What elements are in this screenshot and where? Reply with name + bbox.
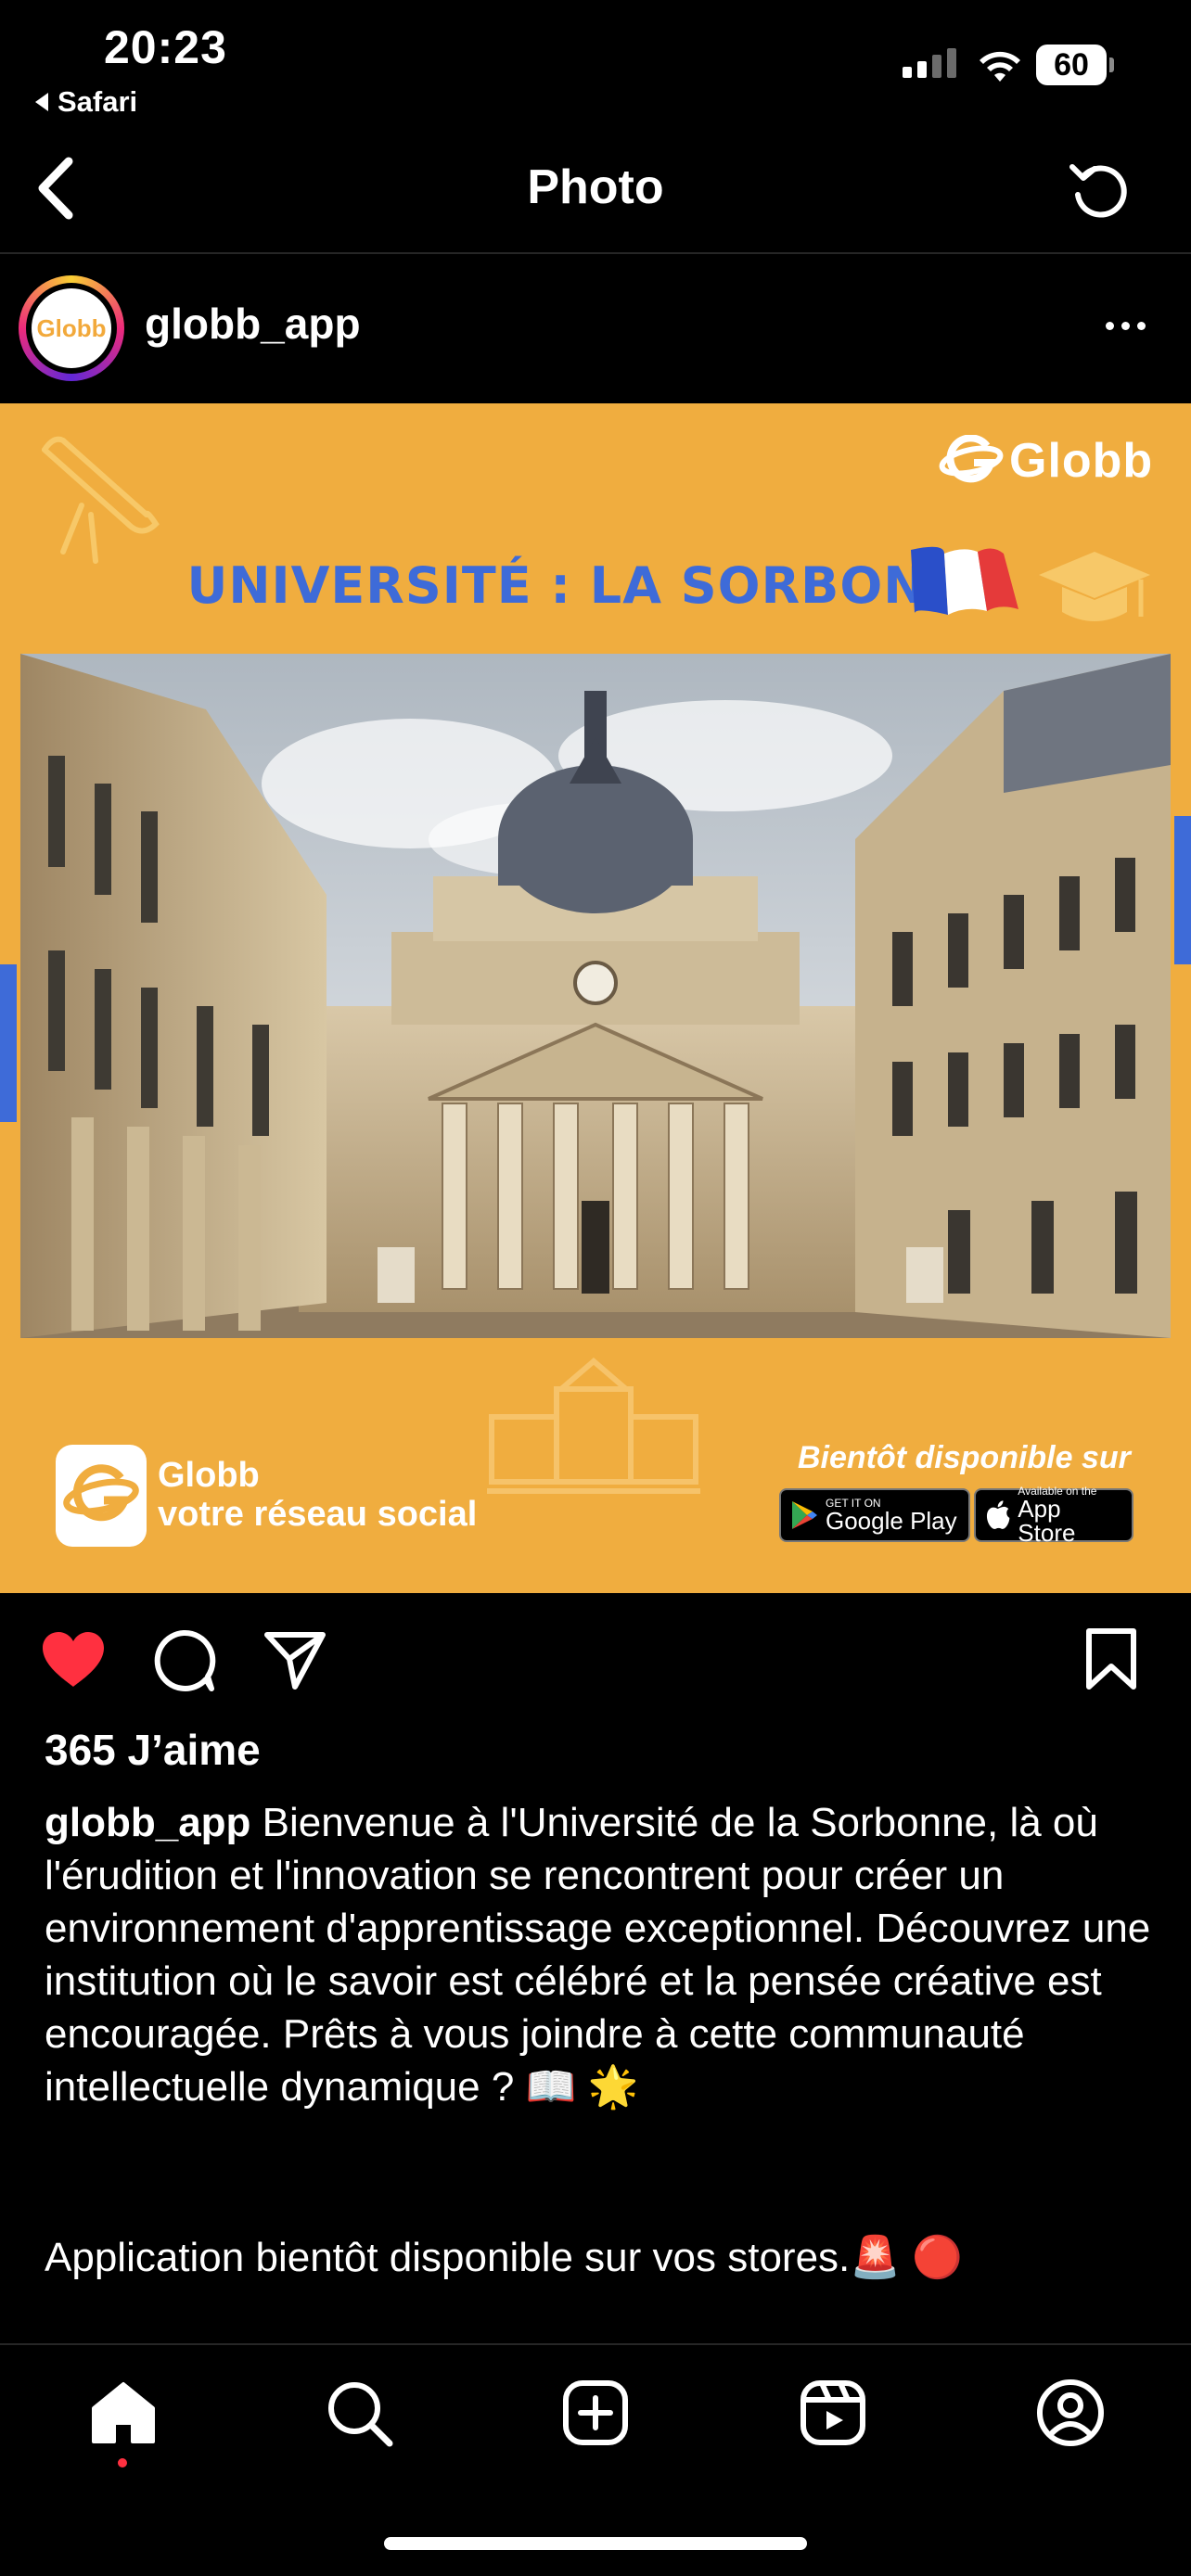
footer-brand-name: Globb: [158, 1456, 260, 1495]
brand-logo: Globb: [939, 433, 1153, 489]
post-caption: globb_app Bienvenue à l'Université de la…: [45, 1796, 1158, 2113]
globb-logo-icon: [939, 435, 1004, 483]
globb-app-icon: [63, 1464, 139, 1522]
left-accent: [0, 964, 17, 1122]
create-icon[interactable]: [562, 2379, 629, 2446]
brand-logo-text: Globb: [1009, 434, 1154, 488]
sorbonne-photo: [20, 654, 1171, 1338]
share-icon[interactable]: [262, 1629, 328, 1692]
cellular-signal-icon: [903, 48, 956, 78]
back-to-app-link[interactable]: Safari: [35, 85, 137, 119]
page-title: Photo: [527, 160, 664, 214]
google-play-badge: GET IT ON Google Play: [779, 1488, 970, 1542]
sorbonne-building-illustration: [20, 654, 1171, 1338]
building-outline-icon: [487, 1358, 700, 1494]
google-play-icon: [792, 1501, 817, 1529]
tabbar-divider: [0, 2343, 1191, 2345]
bookmark-icon[interactable]: [1083, 1627, 1139, 1692]
comment-icon[interactable]: [150, 1628, 217, 1693]
refresh-icon[interactable]: [1067, 158, 1133, 224]
globb-app-tile: [56, 1445, 147, 1547]
google-play-label: Google Play: [826, 1507, 957, 1535]
right-accent: [1174, 816, 1191, 964]
app-store-label: App Store: [1018, 1495, 1076, 1547]
profile-icon[interactable]: [1035, 2378, 1106, 2448]
battery-icon: 60: [1036, 45, 1107, 85]
heart-icon[interactable]: [39, 1629, 108, 1690]
battery-tip: [1109, 57, 1114, 72]
diploma-icon: [42, 436, 160, 564]
wifi-icon: [980, 51, 1020, 82]
post-username[interactable]: globb_app: [145, 299, 361, 349]
avatar[interactable]: Globb: [32, 288, 111, 368]
nav-divider: [0, 252, 1191, 254]
like-count[interactable]: 365 J’aime: [45, 1725, 261, 1775]
footer-brand: Globb votre réseau social: [158, 1456, 477, 1534]
caption-text: Bienvenue à l'Université de la Sorbonne,…: [45, 1800, 1151, 2110]
back-triangle-icon: [35, 93, 48, 111]
apple-icon: [986, 1500, 1010, 1529]
more-options-icon[interactable]: [1106, 322, 1146, 330]
status-time: 20:23: [104, 21, 227, 73]
app-store-badge: Available on the App Store: [974, 1486, 1133, 1547]
caption-text-2: Application bientôt disponible sur vos s…: [45, 2235, 964, 2280]
back-app-label: Safari: [58, 85, 138, 118]
search-icon[interactable]: [325, 2378, 395, 2449]
home-indicator[interactable]: [384, 2537, 807, 2550]
france-flag-icon: [911, 546, 1018, 615]
availability-text: Bientôt disponible sur: [798, 1440, 1131, 1475]
reels-icon[interactable]: [800, 2379, 866, 2446]
footer-tagline: votre réseau social: [158, 1495, 478, 1534]
home-activity-dot: [118, 2458, 127, 2468]
caption-username[interactable]: globb_app: [45, 1800, 250, 1845]
home-icon[interactable]: [90, 2380, 157, 2445]
